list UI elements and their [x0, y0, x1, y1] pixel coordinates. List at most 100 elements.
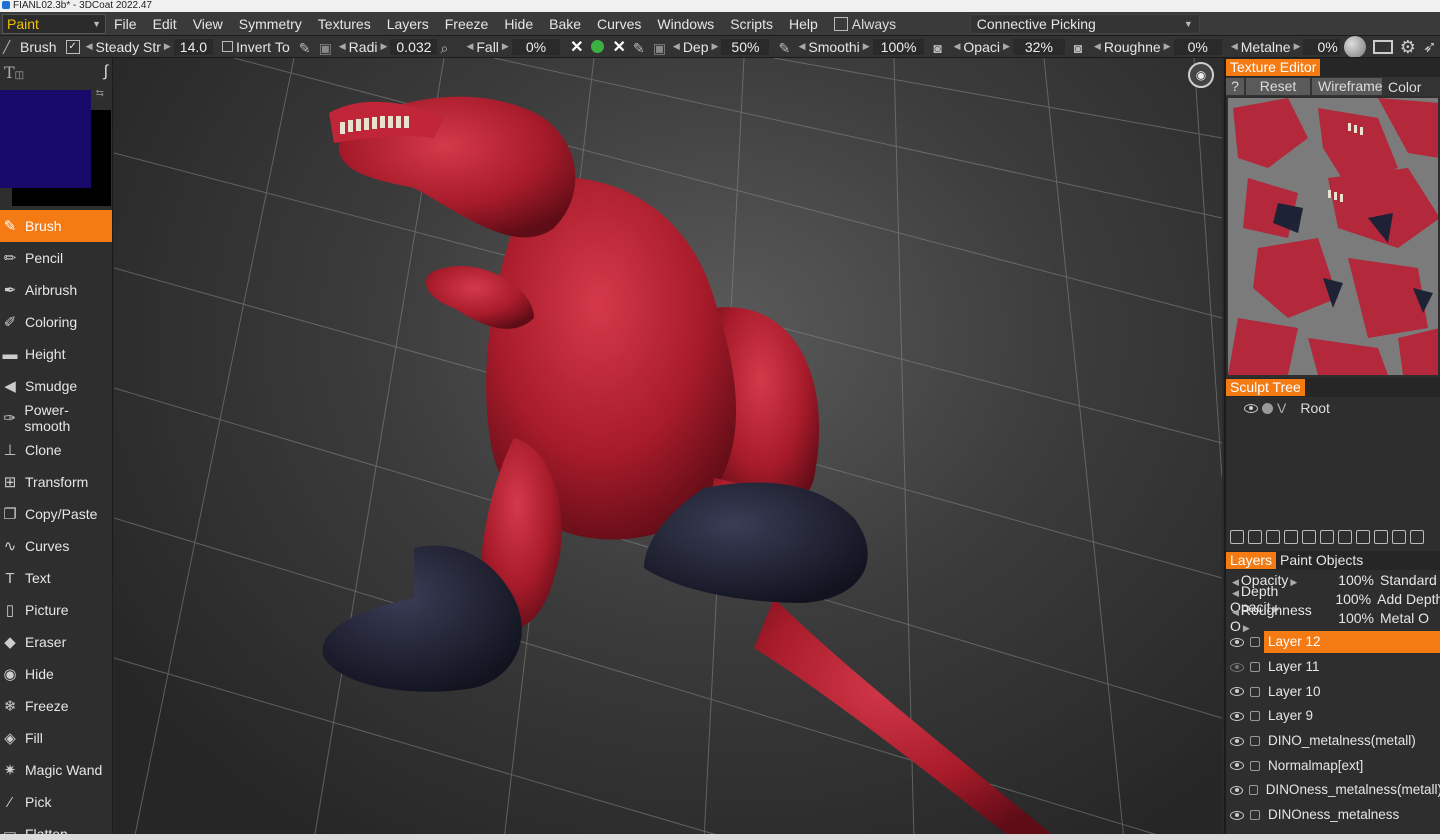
color-option[interactable]: Color	[1384, 79, 1421, 95]
tool-text[interactable]: T Text	[0, 562, 112, 594]
roughness-option[interactable]: ◙ ◀ Roughne ▶ 0%	[1071, 38, 1222, 56]
swap-colors-icon[interactable]: ⇆	[96, 88, 104, 99]
layer-row[interactable]: DINOness_metalness	[1226, 803, 1440, 828]
eye-icon[interactable]	[1230, 810, 1244, 820]
arrow-left-icon[interactable]: ◀	[339, 41, 346, 52]
layer-blend-mode[interactable]: Metal O	[1380, 610, 1429, 626]
lock-icon[interactable]	[1250, 711, 1260, 722]
eye-icon[interactable]	[1230, 711, 1244, 721]
layer-row[interactable]: DINO_metalness(metall)	[1226, 729, 1440, 754]
tool-fill[interactable]: ◈ Fill	[0, 722, 112, 754]
frame-icon[interactable]	[1372, 40, 1393, 54]
arrow-right-icon[interactable]: ▶	[712, 41, 719, 52]
depth-option[interactable]: ✎ ▣ ◀ Dep ▶ 50%	[630, 38, 770, 56]
pen-pressure-icon[interactable]: ✎	[299, 40, 313, 56]
tool-brush[interactable]: ✎ Brush	[0, 210, 112, 242]
layer-row[interactable]: Layer 9	[1226, 704, 1440, 729]
mouse-icon[interactable]: ◙	[933, 40, 947, 56]
help-button[interactable]: ?	[1226, 78, 1244, 95]
menu-textures[interactable]: Textures	[310, 12, 379, 36]
radius-value[interactable]: 0.032	[390, 38, 438, 55]
lock-icon[interactable]: ▣	[319, 40, 333, 56]
smoothing-option[interactable]: ✎ ◀ Smoothi ▶ 100%	[775, 38, 925, 56]
lock-icon[interactable]	[1250, 637, 1260, 648]
mouse-icon[interactable]: ◙	[1074, 40, 1088, 56]
eye-icon[interactable]	[1230, 785, 1243, 795]
tool-hide[interactable]: ◉ Hide	[0, 658, 112, 690]
layer-prop-value[interactable]: 100%	[1334, 610, 1380, 626]
opacity-option[interactable]: ◙ ◀ Opaci ▶ 32%	[930, 38, 1065, 56]
menu-edit[interactable]: Edit	[145, 12, 185, 36]
checkbox-icon[interactable]	[222, 41, 234, 52]
str-value[interactable]: 14.0	[173, 38, 214, 55]
tool-smudge[interactable]: ◀ Smudge	[0, 370, 112, 402]
layer-prop-row[interactable]: ◀ Roughness O ▶ 100% Metal O	[1226, 602, 1440, 634]
opacity-value[interactable]: 32%	[1012, 38, 1065, 55]
tab-layers[interactable]: Layers	[1226, 552, 1277, 569]
green-dot-icon[interactable]	[591, 40, 605, 53]
lock-icon[interactable]	[1248, 785, 1258, 796]
layer-prop-value[interactable]: 100%	[1332, 591, 1377, 607]
layer-prop-value[interactable]: 100%	[1334, 572, 1380, 588]
lock-icon[interactable]: ▣	[653, 40, 667, 56]
smooth-value[interactable]: 100%	[872, 38, 925, 55]
tree-item-root[interactable]: V Root	[1226, 397, 1440, 419]
export-icon[interactable]	[1374, 530, 1388, 544]
menu-windows[interactable]: Windows	[649, 12, 722, 36]
camera-icon[interactable]: ◉	[1188, 62, 1214, 88]
shading-dot-icon[interactable]	[1262, 402, 1273, 414]
grid-icon[interactable]	[1356, 530, 1370, 544]
tool-pick[interactable]: ⁄ Pick	[0, 786, 112, 818]
eye-icon[interactable]	[1244, 403, 1258, 413]
tool-clone[interactable]: ⊥ Clone	[0, 434, 112, 466]
menu-curves[interactable]: Curves	[589, 12, 649, 36]
steady-stroke-option[interactable]: ✓ ◀ Steady Str ▶ 14.0	[63, 38, 214, 55]
tool-picture[interactable]: ▯ Picture	[0, 594, 112, 626]
tab-texture-editor[interactable]: Texture Editor	[1226, 59, 1321, 76]
picking-mode-select[interactable]: Connective Picking ▼	[969, 13, 1200, 34]
depth-value[interactable]: 50%	[721, 38, 770, 55]
arrow-left-icon[interactable]: ◀	[953, 41, 960, 52]
lock-icon[interactable]	[1250, 810, 1260, 821]
arrow-left-icon[interactable]: ◀	[673, 41, 680, 52]
eye-icon[interactable]	[1230, 736, 1244, 746]
copy-icon[interactable]	[1302, 530, 1316, 544]
menu-symmetry[interactable]: Symmetry	[231, 12, 310, 36]
tool-magic-wand[interactable]: ✷ Magic Wand	[0, 754, 112, 786]
primary-color-swatch[interactable]	[0, 90, 91, 188]
info-icon[interactable]	[1338, 530, 1352, 544]
always-checkbox[interactable]	[833, 16, 848, 31]
arrow-left-icon[interactable]: ◀	[1232, 588, 1239, 598]
layer-row[interactable]: DINOness_metalness(metall)	[1226, 778, 1440, 803]
3d-viewport[interactable]: ◉	[114, 58, 1222, 840]
tool-airbrush[interactable]: ✒ Airbrush	[0, 274, 112, 306]
roughness-value[interactable]: 0%	[1173, 38, 1222, 55]
arrow-left-icon[interactable]: ◀	[1231, 41, 1238, 52]
tool-freeze[interactable]: ❄ Freeze	[0, 690, 112, 722]
layer-row[interactable]: Layer 10	[1226, 679, 1440, 704]
eye-icon[interactable]	[1230, 637, 1244, 647]
gear-icon[interactable]: ⚙	[1400, 37, 1416, 58]
menu-view[interactable]: View	[185, 12, 231, 36]
merge-icon[interactable]	[1284, 530, 1298, 544]
brush-option[interactable]: ╱ Brush	[0, 39, 57, 55]
arrow-right-icon[interactable]: ▶	[1243, 623, 1250, 633]
brush-settings-icon[interactable]: ➶	[1423, 37, 1436, 57]
close-icon[interactable]: ✕	[612, 37, 625, 57]
arrow-right-icon[interactable]: ▶	[1164, 41, 1171, 52]
lock-icon[interactable]	[1250, 760, 1260, 771]
tool-curves[interactable]: ∿ Curves	[0, 530, 112, 562]
layer-row[interactable]: Layer 12	[1226, 630, 1440, 655]
add-volume-icon[interactable]	[1230, 530, 1244, 544]
tool-eraser[interactable]: ◆ Eraser	[0, 626, 112, 658]
texture-preview[interactable]	[1228, 98, 1438, 375]
layer-blend-mode[interactable]: Standard	[1380, 572, 1437, 588]
layer-row[interactable]: Normalmap[ext]	[1226, 753, 1440, 778]
trash-icon[interactable]	[1392, 530, 1406, 544]
arrow-right-icon[interactable]: ▶	[380, 41, 387, 52]
arrow-right-icon[interactable]: ▶	[1294, 41, 1301, 52]
tool-coloring[interactable]: ✐ Coloring	[0, 306, 112, 338]
arrow-right-icon[interactable]: ▶	[502, 41, 509, 52]
surface-mode-icon[interactable]	[1266, 530, 1280, 544]
stroke-icon[interactable]: ∫	[104, 63, 108, 81]
